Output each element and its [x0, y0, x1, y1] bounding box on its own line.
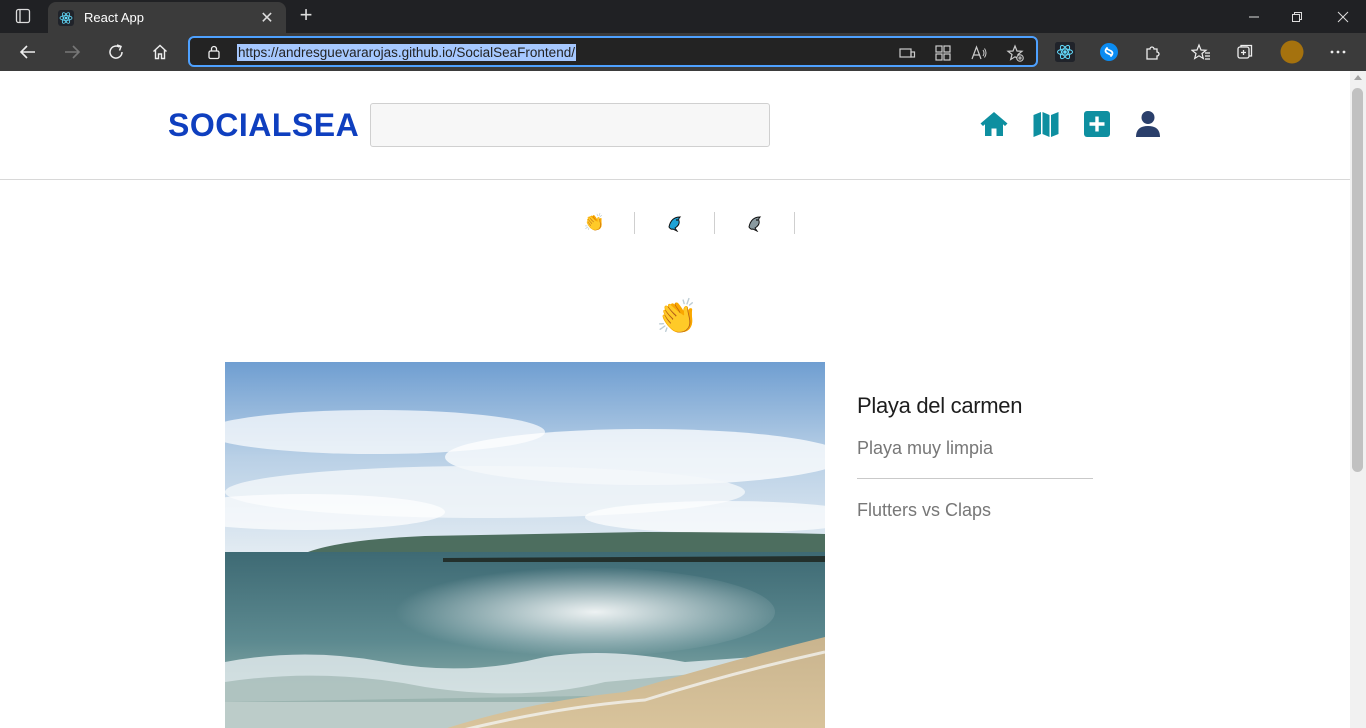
- url-text[interactable]: https://andresguevararojas.github.io/Soc…: [237, 44, 576, 61]
- address-bar[interactable]: https://andresguevararojas.github.io/Soc…: [188, 36, 1038, 67]
- back-icon[interactable]: [14, 38, 42, 66]
- post-description: Playa muy limpia: [857, 438, 994, 458]
- filter-flutters-blue[interactable]: [635, 212, 715, 234]
- shazam-icon[interactable]: [1098, 41, 1120, 63]
- favorites-icon[interactable]: [1190, 41, 1212, 63]
- filter-flutters-grey[interactable]: [715, 212, 795, 234]
- reaction-filters: 👏: [555, 212, 795, 234]
- dolphin-blue-icon: [667, 216, 681, 232]
- beach-photo: [225, 362, 825, 728]
- dolphin-grey-icon: [747, 216, 761, 232]
- refresh-icon[interactable]: [102, 38, 130, 66]
- scroll-up-icon[interactable]: [1354, 75, 1362, 80]
- post-info: Playa del carmen Playa muy limpia Flutte…: [857, 393, 1093, 521]
- search-input[interactable]: [370, 103, 770, 147]
- post-title: Playa del carmen: [857, 393, 1023, 418]
- profile-avatar[interactable]: [1280, 40, 1304, 64]
- more-icon[interactable]: [1327, 41, 1349, 63]
- home-icon[interactable]: [979, 109, 1009, 139]
- minimize-icon[interactable]: [1231, 0, 1277, 33]
- collections-icon[interactable]: [1234, 41, 1256, 63]
- page-content: SOCIALSEA 👏 👏 Playa del carmen Playa muy…: [0, 71, 1350, 728]
- filter-claps[interactable]: 👏: [555, 212, 635, 234]
- react-favicon: [58, 9, 74, 26]
- tab-actions-icon[interactable]: [8, 4, 38, 28]
- site-logo[interactable]: SOCIALSEA: [168, 107, 359, 144]
- close-tab-icon[interactable]: ✕: [258, 8, 276, 28]
- add-favorite-icon[interactable]: [1006, 44, 1024, 62]
- profile-icon[interactable]: [1133, 109, 1163, 139]
- browser-tab-bar: React App ✕ +: [0, 0, 1366, 33]
- new-tab-icon[interactable]: +: [294, 4, 318, 28]
- flutters-vs-claps-label: Flutters vs Claps: [857, 500, 992, 520]
- tab-title: React App: [84, 10, 144, 25]
- divider: [857, 478, 1093, 479]
- home-icon[interactable]: [146, 38, 174, 66]
- page-scrollbar[interactable]: [1350, 71, 1366, 728]
- restore-icon[interactable]: [1274, 0, 1320, 33]
- extensions-icon[interactable]: [1142, 41, 1164, 63]
- browser-tab[interactable]: React App ✕: [48, 2, 286, 33]
- scrollbar-thumb[interactable]: [1352, 88, 1363, 472]
- devices-icon[interactable]: [898, 44, 916, 62]
- clap-emoji-icon: 👏: [583, 213, 606, 232]
- lock-icon[interactable]: [206, 44, 222, 60]
- site-header: SOCIALSEA: [0, 71, 1350, 180]
- forward-icon[interactable]: [58, 38, 86, 66]
- post-reaction-icon[interactable]: 👏: [656, 297, 698, 337]
- map-icon[interactable]: [1031, 109, 1061, 139]
- read-aloud-icon[interactable]: [970, 44, 988, 62]
- add-post-icon[interactable]: [1082, 109, 1112, 139]
- browser-toolbar: https://andresguevararojas.github.io/Soc…: [0, 33, 1366, 71]
- apps-icon[interactable]: [934, 44, 952, 62]
- react-devtools-icon[interactable]: [1054, 41, 1076, 63]
- close-window-icon[interactable]: [1320, 0, 1366, 33]
